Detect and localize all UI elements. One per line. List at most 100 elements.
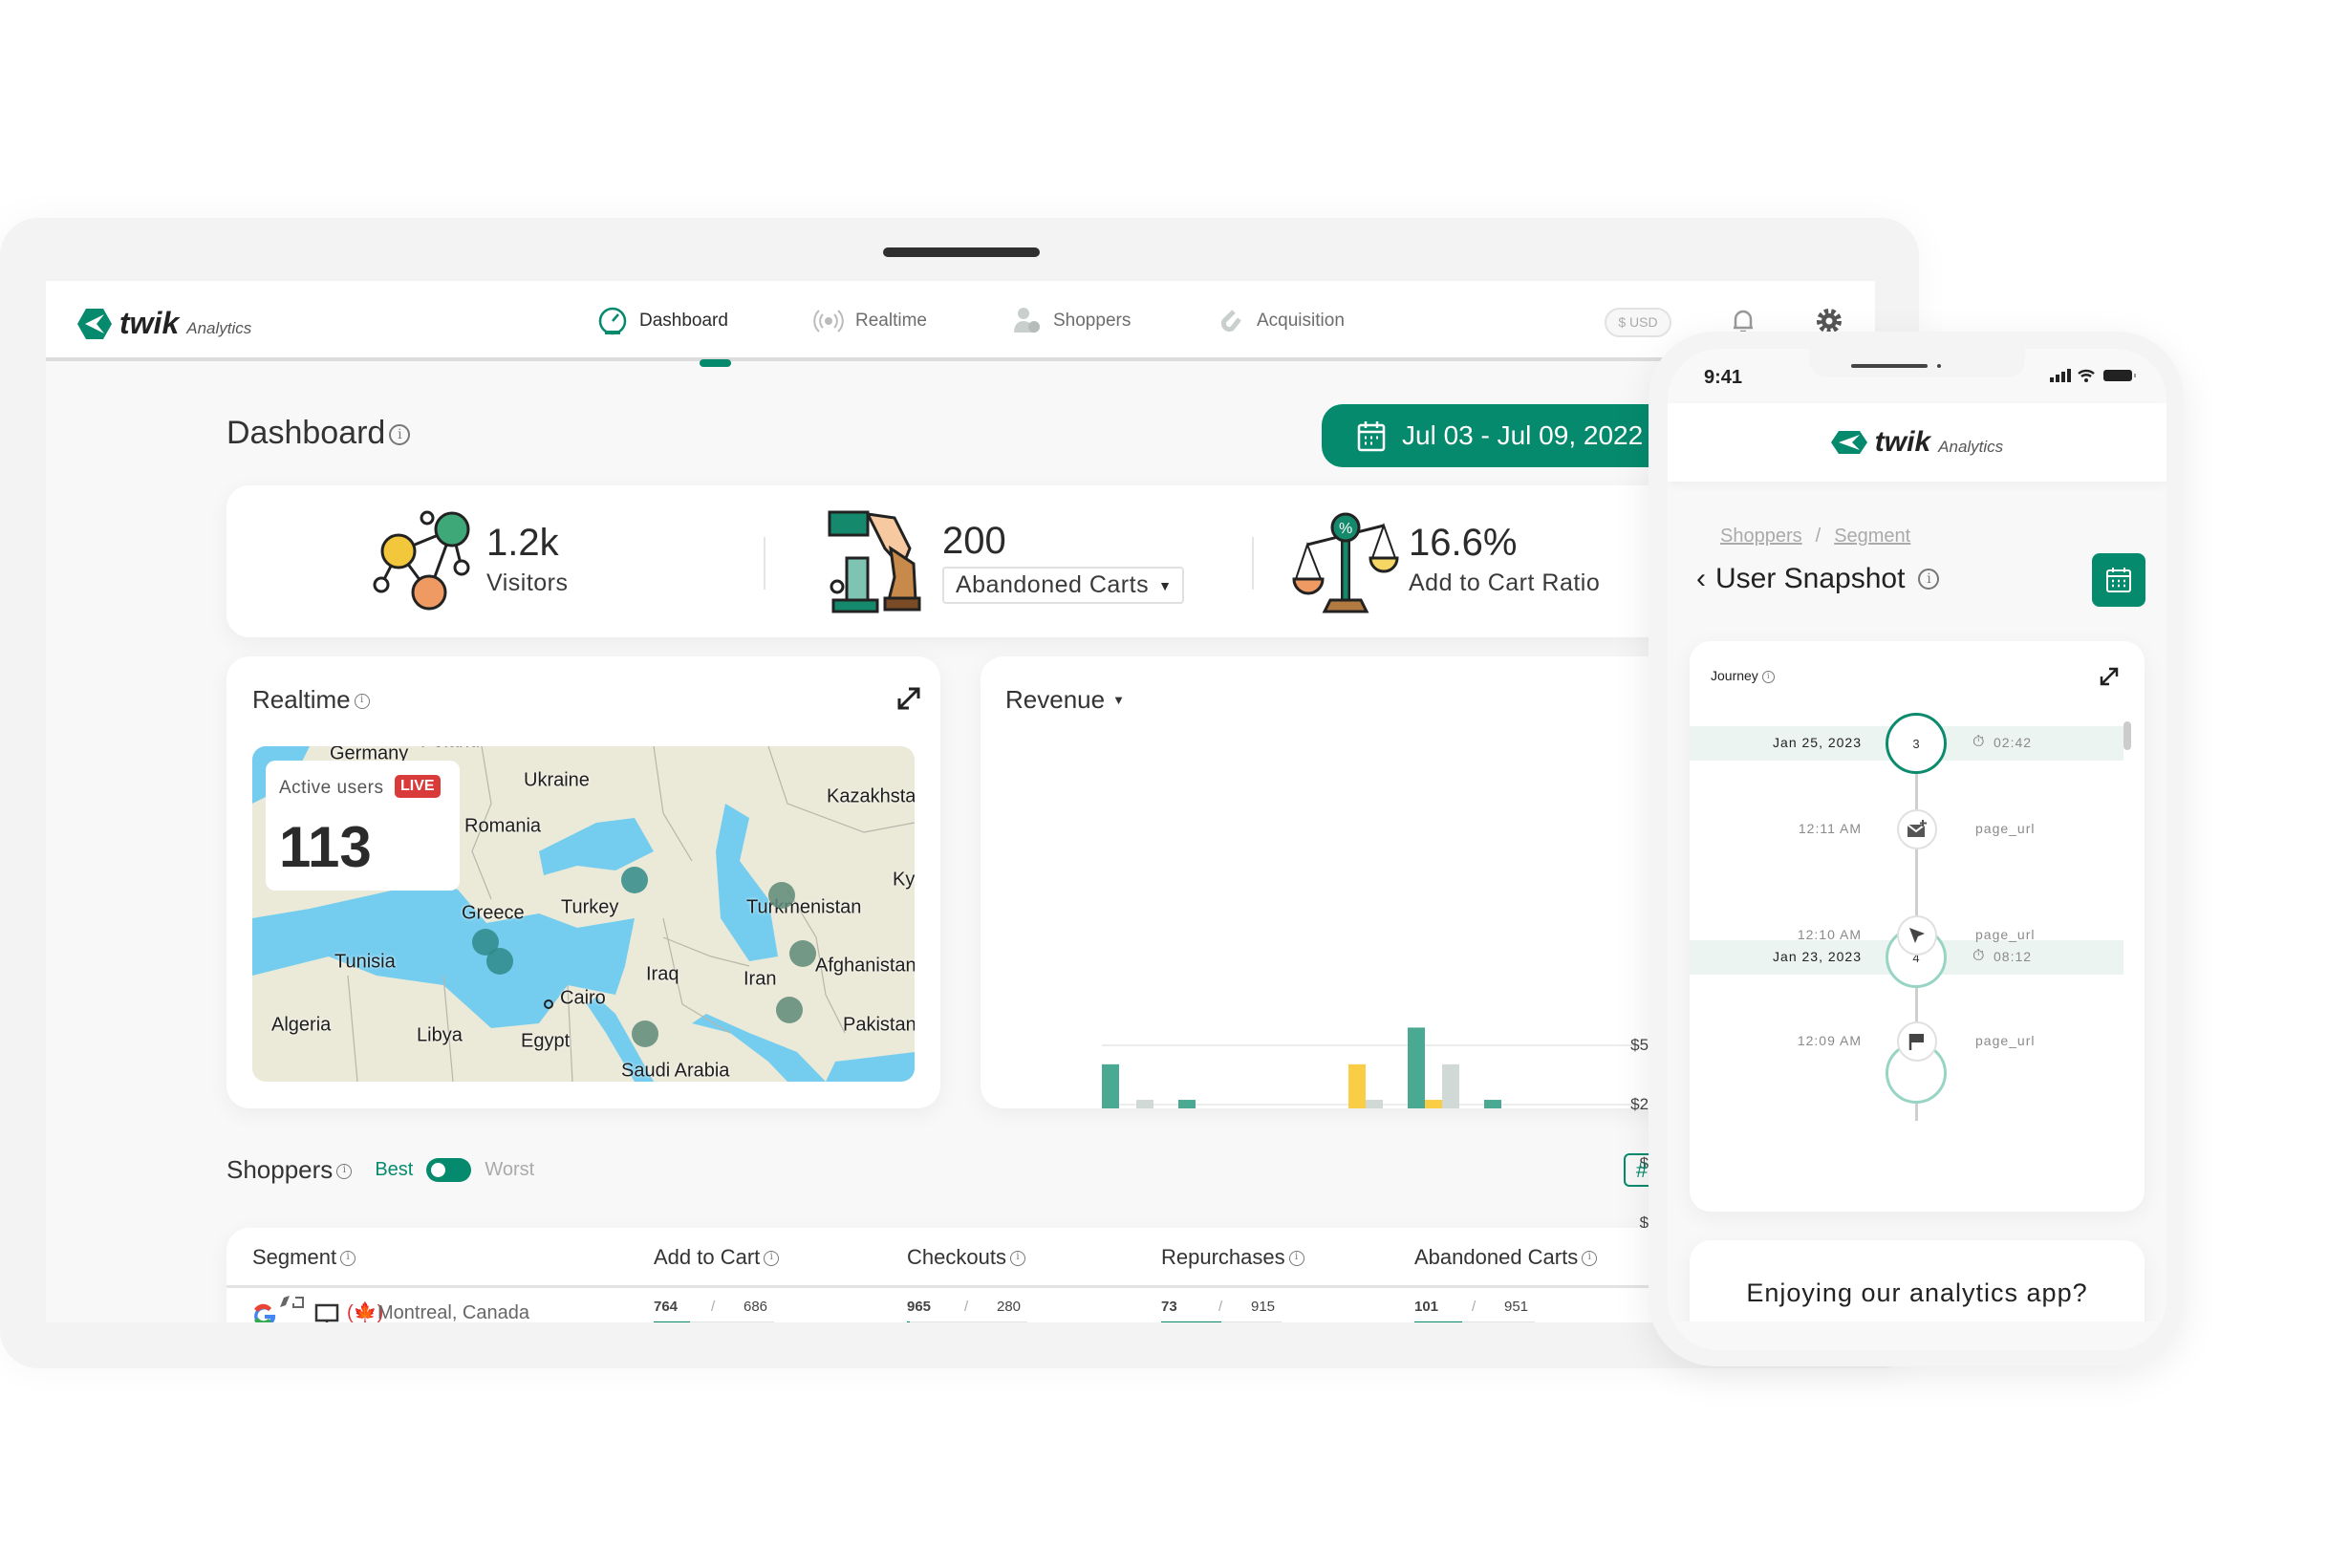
nav-dashboard[interactable]: Dashboard	[597, 302, 728, 340]
nav-realtime[interactable]: Realtime	[813, 302, 927, 340]
cell-progress-bar	[907, 1321, 1027, 1322]
info-icon[interactable]: i	[1009, 1251, 1025, 1267]
network-people-icon	[373, 510, 470, 611]
user-location-dot[interactable]	[632, 1020, 658, 1047]
session-duration: 02:42	[1994, 735, 2033, 750]
cell-value: 965	[907, 1299, 932, 1315]
snapshot-title: ‹ User Snapshot i	[1696, 563, 1940, 595]
info-icon[interactable]: i	[764, 1251, 780, 1267]
user-location-dot[interactable]	[621, 867, 648, 893]
logo[interactable]: twik Analytics	[77, 306, 251, 341]
bar-average[interactable]	[1136, 1100, 1153, 1108]
user-location-dot[interactable]	[776, 997, 803, 1023]
status-icons	[2050, 369, 2136, 382]
session-count-badge[interactable]: 3	[1886, 713, 1947, 774]
journey-title-text: Journey	[1711, 668, 1758, 683]
column-header[interactable]: Repurchases i	[1161, 1245, 1304, 1270]
nav-label: Realtime	[855, 311, 927, 331]
email-add-icon[interactable]	[1897, 809, 1937, 849]
cell-total: 686	[744, 1299, 768, 1315]
bar-this-week[interactable]	[1348, 1063, 1366, 1108]
breadcrumb-shoppers[interactable]: Shoppers	[1720, 526, 1802, 548]
back-chevron-icon[interactable]: ‹	[1696, 563, 1706, 595]
user-location-dot[interactable]	[486, 948, 513, 975]
realtime-map[interactable]: GermanyPolandUkraineKazakhstanRomaniaKyr…	[252, 746, 915, 1082]
column-header[interactable]: Add to Cart i	[654, 1245, 780, 1270]
info-icon[interactable]: i	[1918, 569, 1940, 590]
bar-this-week[interactable]	[1425, 1100, 1442, 1108]
info-icon[interactable]: i	[336, 1164, 353, 1180]
expand-icon[interactable]	[895, 685, 922, 712]
info-icon[interactable]: i	[1761, 670, 1775, 683]
scrollbar[interactable]	[2123, 721, 2131, 750]
twik-logo-icon	[1830, 431, 1867, 454]
journey-card: Journey i Jan 25, 2023 3 ⏱ 02:42 Jan 23, 2023…	[1690, 641, 2145, 1212]
expand-icon[interactable]	[2099, 666, 2120, 687]
bar-average[interactable]	[1442, 1063, 1459, 1108]
nav-acquisition[interactable]: Acquisition	[1215, 302, 1345, 340]
column-header[interactable]: Abandoned Carts i	[1414, 1245, 1598, 1270]
user-location-dot[interactable]	[768, 882, 795, 909]
table-row[interactable]: (🍁) Montreal, Canada 764/686 965/280 73/91…	[226, 1288, 1756, 1322]
event-time: 12:09 AM	[1797, 1033, 1862, 1048]
cell-total: 280	[997, 1299, 1022, 1315]
event-url[interactable]: page_url	[1975, 821, 2036, 836]
kpi-visitors-value: 1.2k	[486, 522, 559, 564]
info-icon[interactable]: i	[1288, 1251, 1304, 1267]
column-header-label: Segment	[252, 1245, 337, 1269]
broadcast-icon	[813, 310, 844, 333]
bar-average[interactable]	[1366, 1100, 1383, 1108]
realtime-title-text: Realtime	[252, 685, 351, 714]
info-icon[interactable]: i	[340, 1251, 356, 1267]
logo-text: twik	[119, 306, 180, 340]
google-icon	[254, 1303, 276, 1322]
best-worst-toggle[interactable]	[426, 1158, 472, 1182]
cell-progress-bar	[1161, 1321, 1282, 1322]
balance-scale-icon: %	[1292, 512, 1399, 613]
session-duration: 08:12	[1994, 949, 2033, 964]
bar-last-week[interactable]	[1102, 1063, 1119, 1108]
kpi-metric-dropdown[interactable]: Abandoned Carts ▼	[942, 567, 1184, 604]
column-header-label: Repurchases	[1161, 1245, 1285, 1269]
cell-separator: /	[964, 1299, 969, 1315]
event-url[interactable]: page_url	[1975, 927, 2036, 942]
breadcrumb-segment[interactable]: Segment	[1834, 526, 1910, 548]
info-icon[interactable]: i	[1582, 1251, 1598, 1267]
flag-icon[interactable]	[1897, 1021, 1937, 1062]
info-icon[interactable]: i	[389, 424, 411, 446]
nav-shoppers[interactable]: Shoppers	[1011, 302, 1131, 340]
shoppers-header: Shoppers i Best Worst	[226, 1155, 534, 1185]
desktop-icon	[314, 1303, 339, 1322]
calendar-button[interactable]	[2092, 553, 2145, 607]
bar-last-week[interactable]	[1408, 1027, 1425, 1108]
phone-header: twik Analytics	[1668, 403, 2166, 482]
column-header[interactable]: Segment i	[252, 1245, 356, 1270]
cell-value: 764	[654, 1299, 679, 1315]
page-title-text: Dashboard	[226, 415, 386, 451]
realtime-card: Realtimei GermanyPolandUkraineKazakhstan…	[226, 656, 940, 1108]
gauge-icon	[598, 307, 627, 335]
calendar-icon	[2106, 568, 2131, 592]
segment-location: Montreal, Canada	[377, 1302, 529, 1322]
event-url[interactable]: page_url	[1975, 1033, 2036, 1048]
dashboard-screen: twik Analytics Dashboard Realtime Shoppe…	[46, 281, 1875, 1322]
toggle-best-label[interactable]: Best	[375, 1159, 413, 1181]
shoppers-table: Segment i Add to Cart i Checkouts i Repurchase…	[226, 1228, 1756, 1322]
phone-frame: 9:41 twik Analytics Shoppers / Segment ‹ Us…	[1649, 332, 2184, 1366]
logo-subtext: Analytics	[1938, 438, 2004, 456]
twik-logo-icon	[77, 308, 112, 339]
caret-down-icon: ▼	[1158, 577, 1172, 593]
cell-total: 915	[1251, 1299, 1276, 1315]
page-title: Dashboard i	[226, 415, 411, 452]
bar-last-week[interactable]	[1178, 1100, 1196, 1108]
kpi-visitors-label: Visitors	[486, 569, 569, 596]
user-location-dot[interactable]	[789, 940, 816, 967]
column-header[interactable]: Checkouts i	[907, 1245, 1025, 1270]
info-icon[interactable]: i	[354, 694, 370, 710]
cell-progress-bar	[1414, 1321, 1535, 1322]
toggle-worst-label[interactable]: Worst	[485, 1159, 534, 1181]
currency-selector[interactable]: $ USD	[1605, 308, 1671, 337]
nav-label: Shoppers	[1053, 311, 1132, 331]
cursor-icon[interactable]	[1897, 915, 1937, 956]
bar-last-week[interactable]	[1484, 1100, 1501, 1108]
